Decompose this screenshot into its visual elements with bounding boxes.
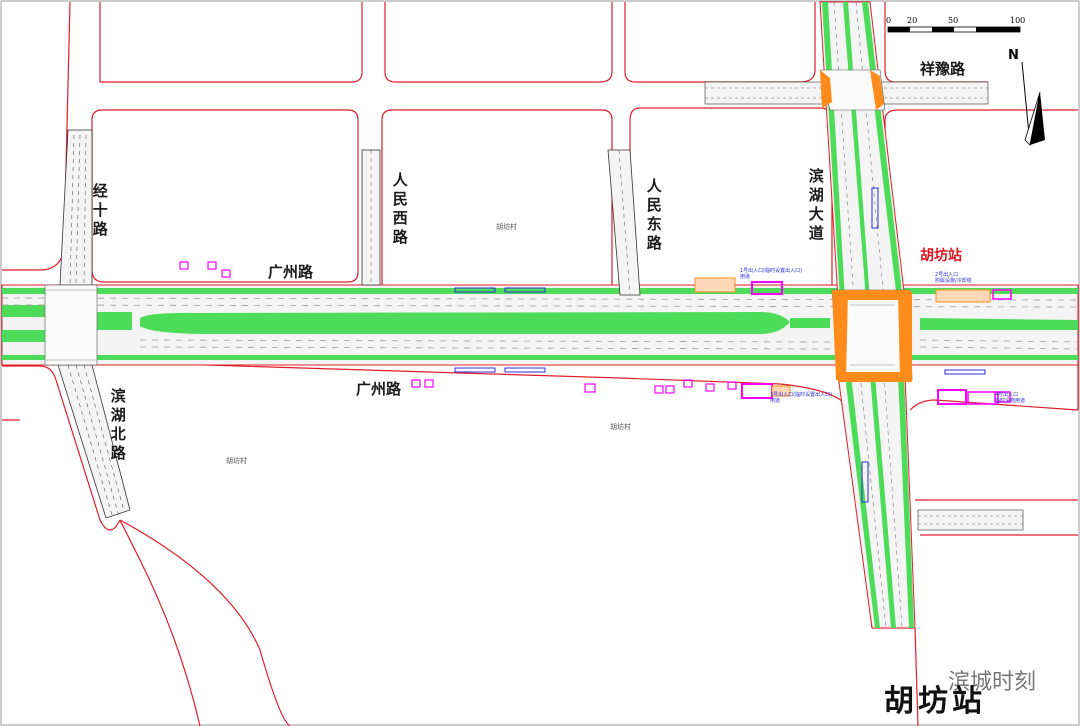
road-plan-map (0, 0, 1080, 726)
north-label: N (1008, 48, 1019, 63)
road-label-binhu-north: 滨湖北路 (108, 388, 127, 464)
village-label: 胡坊村 (610, 423, 631, 431)
road-label-renmindong: 人民东路 (644, 178, 663, 254)
road-label-guangzhou-south: 广州路 (356, 380, 402, 398)
east-side-street (917, 509, 1024, 531)
entrance-note: 2号出入口 附属设施/冷却塔 (935, 272, 972, 284)
road-label-jingshi: 经十路 (90, 183, 109, 240)
scale-tick: 0 (886, 16, 892, 25)
map-page: 经十路 人民西路 人民东路 滨湖大道 祥豫路 滨湖北路 广州路 广州路 胡坊站 … (0, 0, 1080, 726)
entrance-note: 3号出入口(临时设置出入口) 用道 (770, 392, 833, 404)
scale-tick: 100 (1010, 16, 1026, 25)
village-label: 胡坊村 (226, 457, 247, 465)
scale-tick: 20 (907, 16, 918, 25)
scale-bar (887, 26, 1021, 33)
road-label-xiangyu: 祥豫路 (920, 60, 966, 78)
road-label-binhu-avenue: 滨湖大道 (806, 168, 825, 244)
renminxi-road (361, 149, 381, 286)
station-label: 胡坊站 (920, 248, 962, 264)
main-intersection (831, 289, 913, 382)
guangzhou-road (1, 284, 1079, 366)
entrance-note: 4号出入口 临时设施用道 (995, 392, 1026, 404)
road-label-renminxi: 人民西路 (390, 172, 409, 248)
overlay-title: 胡坊站 (884, 684, 986, 719)
village-label: 胡坊村 (496, 223, 517, 231)
road-label-guangzhou-north: 广州路 (268, 263, 314, 281)
entrance-note: 1号出入口(临时设置出入口) 用道 (740, 268, 803, 280)
scale-tick: 50 (948, 16, 959, 25)
